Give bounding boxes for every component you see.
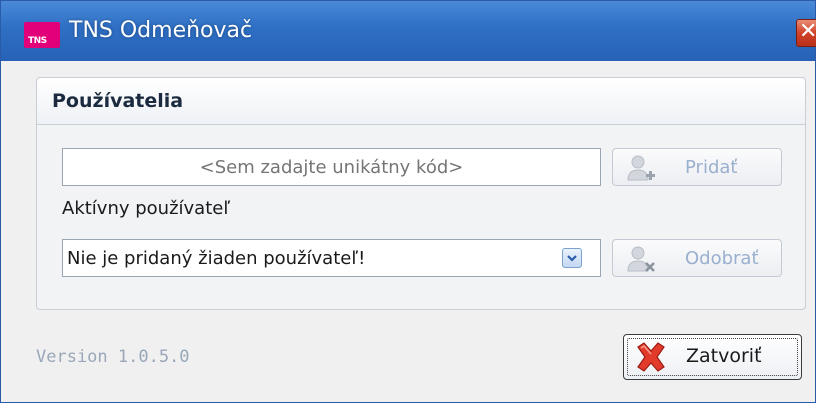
- add-user-button[interactable]: Pridať: [612, 148, 782, 186]
- remove-user-button[interactable]: Odobrať: [612, 239, 782, 277]
- active-user-label: Aktívny používateľ: [62, 198, 231, 219]
- add-user-label: Pridať: [685, 157, 738, 178]
- users-group-title: Používatelia: [52, 90, 184, 112]
- remove-user-icon: [627, 246, 655, 272]
- dropdown-button[interactable]: [562, 248, 582, 268]
- add-user-icon: [627, 155, 655, 181]
- app-window: TNS TNS Odmeňovač ✕ Používatelia Pridať …: [0, 0, 816, 403]
- users-group: Používatelia Pridať Aktívny používateľ N…: [36, 77, 806, 310]
- active-user-select-value: Nie je pridaný žiaden používateľ!: [67, 248, 366, 269]
- close-button[interactable]: Zatvoriť: [623, 334, 802, 380]
- unique-code-input[interactable]: [62, 148, 601, 186]
- users-group-header: Používatelia: [37, 78, 805, 125]
- tns-logo-icon: TNS: [24, 22, 60, 48]
- remove-user-label: Odobrať: [685, 248, 759, 269]
- window-title: TNS Odmeňovač: [69, 18, 253, 43]
- close-button-label: Zatvoriť: [686, 345, 762, 367]
- red-x-icon: [637, 342, 665, 372]
- chevron-down-icon: [567, 255, 577, 262]
- window-close-button[interactable]: ✕: [796, 19, 816, 47]
- close-icon: ✕: [799, 19, 816, 44]
- version-text: Version 1.0.5.0: [36, 347, 190, 367]
- active-user-select[interactable]: Nie je pridaný žiaden používateľ!: [62, 239, 601, 277]
- title-bar[interactable]: TNS TNS Odmeňovač ✕: [1, 1, 816, 61]
